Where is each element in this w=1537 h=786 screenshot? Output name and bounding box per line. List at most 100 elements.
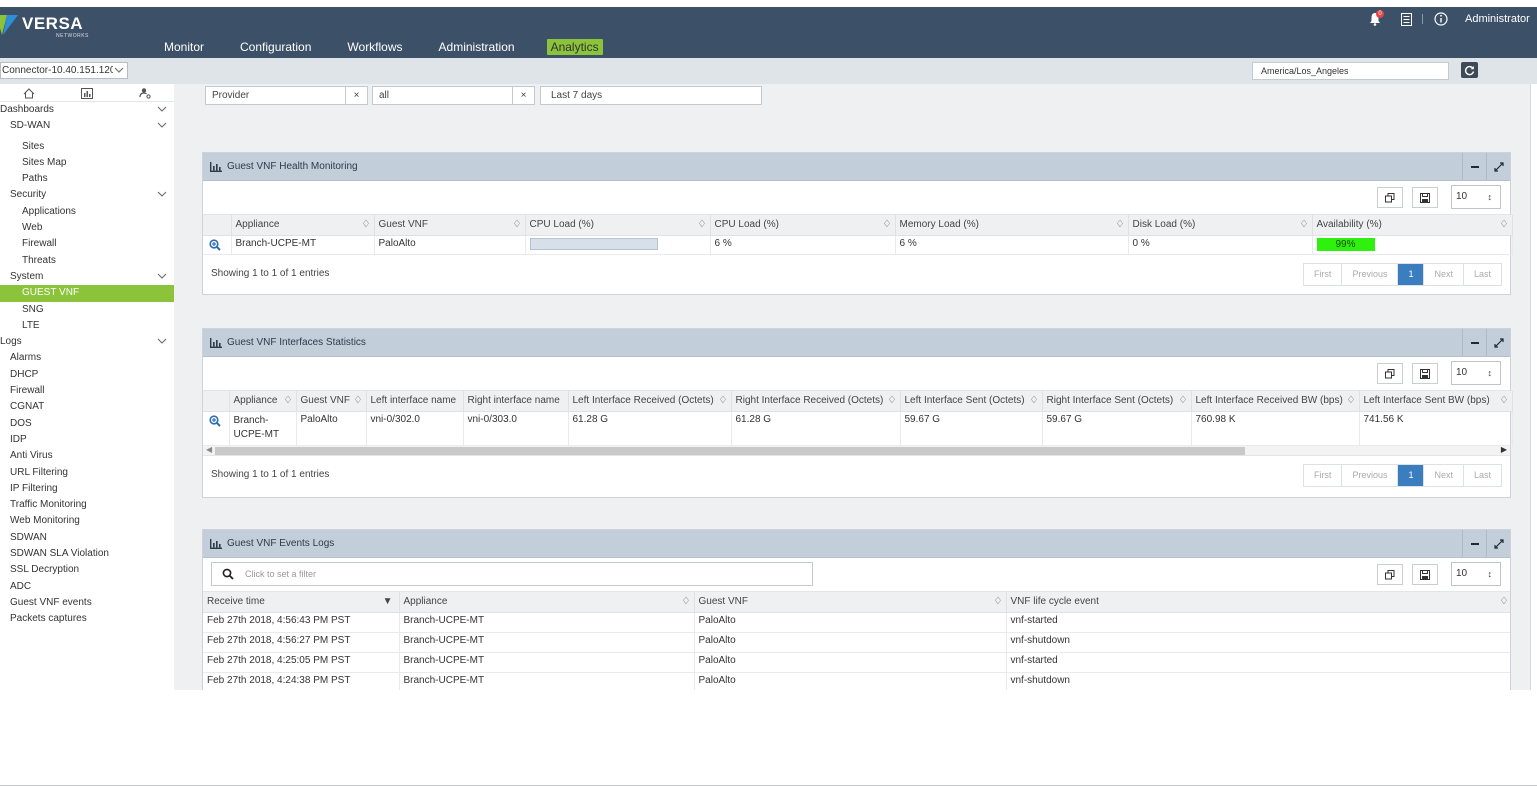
column-header-cpu-load[interactable]: CPU Load (%) ♢ [710,215,896,236]
nav-analytics[interactable]: Analytics [546,39,603,55]
sidebar-log-alarms[interactable]: Alarms [0,350,174,366]
sidebar-item-firewall[interactable]: Firewall [0,236,174,252]
sidebar-log-firewall[interactable]: Firewall [0,383,174,399]
minimize-button[interactable] [1462,153,1486,180]
column-header-guest-vnf[interactable]: Guest VNF ♢ [374,215,526,236]
user-menu[interactable]: Administrator [1465,13,1537,25]
sidebar-item-sites[interactable]: Sites [0,139,174,155]
minimize-button[interactable] [1462,329,1486,356]
pager-next[interactable]: Next [1424,263,1464,285]
notifications-button[interactable]: 0 [1368,10,1384,26]
sidebar-log-guest-vnf-events[interactable]: Guest VNF events [0,595,174,611]
nav-administration[interactable]: Administration [435,39,519,55]
sidebar-log-ssl-decryption[interactable]: SSL Decryption [0,562,174,578]
scroll-right-icon[interactable]: ▶ [1501,445,1507,454]
expand-button[interactable] [1486,153,1510,180]
sidebar-log-ip-filtering[interactable]: IP Filtering [0,481,174,497]
pager-page-1[interactable]: 1 [1398,263,1425,285]
pager-previous[interactable]: Previous [1342,263,1399,285]
sidebar-tab-analytics[interactable] [58,84,116,102]
table-row[interactable]: Feb 27th 2018, 4:56:43 PM PST Branch-UCP… [203,612,1510,633]
sidebar-item-applications[interactable]: Applications [0,204,174,220]
sidebar-item-sites-map[interactable]: Sites Map [0,155,174,171]
column-header-right-received[interactable]: Right Interface Received (Octets) ♢ [731,391,901,412]
column-header-life-cycle-event[interactable]: VNF life cycle event ♢ [1006,592,1510,613]
page-scrollbar[interactable] [1530,84,1537,690]
copy-button[interactable] [1377,564,1403,585]
pager-next[interactable]: Next [1424,464,1464,486]
sidebar-tab-user[interactable] [116,84,174,102]
save-button[interactable] [1412,187,1438,208]
column-header-right-interface-name[interactable]: Right interface name [463,391,569,412]
versa-logo[interactable]: VERSA NETWORKS [0,12,110,42]
copy-button[interactable] [1377,187,1403,208]
expand-button[interactable] [1486,530,1510,557]
sidebar-logs[interactable]: Logs [0,334,174,350]
column-header-memory-load[interactable]: Memory Load (%) ♢ [895,215,1129,236]
refresh-button[interactable] [1461,62,1478,78]
sidebar-log-sdwan-sla-violation[interactable]: SDWAN SLA Violation [0,546,174,562]
pager-last[interactable]: Last [1463,464,1501,486]
sidebar-item-sng[interactable]: SNG [0,302,174,318]
sidebar-item-threats[interactable]: Threats [0,253,174,269]
column-header-left-sent[interactable]: Left Interface Sent (Octets) ♢ [900,391,1043,412]
timezone-select[interactable]: America/Los_Angeles [1252,62,1449,80]
pager-previous[interactable]: Previous [1342,464,1399,486]
sidebar-item-paths[interactable]: Paths [0,171,174,187]
table-row[interactable]: Feb 27th 2018, 4:56:27 PM PST Branch-UCP… [203,632,1510,653]
sidebar-sdwan[interactable]: SD-WAN [0,118,174,134]
tenant-filter[interactable]: all [372,86,513,105]
tasks-button[interactable] [1398,12,1414,26]
sidebar-tab-home[interactable] [0,84,58,102]
column-header-guest-vnf[interactable]: Guest VNF ♢ [296,391,367,412]
sidebar-log-anti-virus[interactable]: Anti Virus [0,448,174,464]
expand-button[interactable] [1486,329,1510,356]
scroll-left-icon[interactable]: ◀ [206,445,212,454]
sidebar-security[interactable]: Security [0,187,174,203]
column-header-disk-load[interactable]: Disk Load (%) ♢ [1128,215,1313,236]
sidebar-log-packets-captures[interactable]: Packets captures [0,611,174,627]
copy-button[interactable] [1377,363,1403,384]
column-header-appliance[interactable]: Appliance ♢ [231,215,375,236]
tenant-clear-button[interactable]: × [513,86,535,105]
sidebar-log-traffic-monitoring[interactable]: Traffic Monitoring [0,497,174,513]
column-header-left-received[interactable]: Left Interface Received (Octets) ♢ [568,391,732,412]
provider-clear-button[interactable]: × [346,86,368,105]
column-header-cpu-load-bar[interactable]: CPU Load (%) ♢ [525,215,711,236]
save-button[interactable] [1412,564,1438,585]
column-header-availability[interactable]: Availability (%) ♢ [1312,215,1513,236]
info-button[interactable] [1433,12,1449,26]
column-header-right-sent[interactable]: Right Interface Sent (Octets) ♢ [1042,391,1192,412]
minimize-button[interactable] [1462,530,1486,557]
pager-page-1[interactable]: 1 [1398,464,1425,486]
scroll-thumb[interactable] [215,446,1245,455]
column-header-appliance[interactable]: Appliance ♢ [399,592,695,613]
column-header-left-received-bw[interactable]: Left Interface Received BW (bps) ♢ [1191,391,1360,412]
column-header-receive-time[interactable]: Receive time ▼ [203,592,400,613]
page-size-select[interactable]: 10 ↕ [1451,185,1501,209]
row-zoom-button[interactable] [203,235,232,255]
sidebar-item-lte[interactable]: LTE [0,318,174,334]
table-row[interactable]: Feb 27th 2018, 4:25:05 PM PST Branch-UCP… [203,652,1510,673]
sidebar-log-dos[interactable]: DOS [0,416,174,432]
sidebar-dashboards[interactable]: Dashboards [0,102,174,118]
log-filter-input[interactable]: Click to set a filter [211,562,813,586]
sidebar-log-dhcp[interactable]: DHCP [0,367,174,383]
sidebar-log-cgnat[interactable]: CGNAT [0,399,174,415]
column-header-left-sent-bw[interactable]: Left Interface Sent BW (bps) ♢ [1359,391,1513,412]
column-header-left-interface-name[interactable]: Left interface name [366,391,464,412]
sidebar-log-sdwan[interactable]: SDWAN [0,530,174,546]
sidebar-system[interactable]: System [0,269,174,285]
nav-monitor[interactable]: Monitor [160,39,208,55]
appliance-select[interactable]: Connector-10.40.151.120 [0,62,128,79]
row-zoom-button[interactable] [203,411,230,446]
provider-filter[interactable]: Provider [205,86,346,105]
sidebar-log-adc[interactable]: ADC [0,579,174,595]
sidebar-log-idp[interactable]: IDP [0,432,174,448]
pager-first[interactable]: First [1303,464,1343,486]
nav-workflows[interactable]: Workflows [343,39,406,55]
sidebar-item-web[interactable]: Web [0,220,174,236]
nav-configuration[interactable]: Configuration [236,39,315,55]
page-size-select[interactable]: 10 ↕ [1451,562,1501,586]
table-row[interactable]: Feb 27th 2018, 4:24:38 PM PST Branch-UCP… [203,672,1510,690]
